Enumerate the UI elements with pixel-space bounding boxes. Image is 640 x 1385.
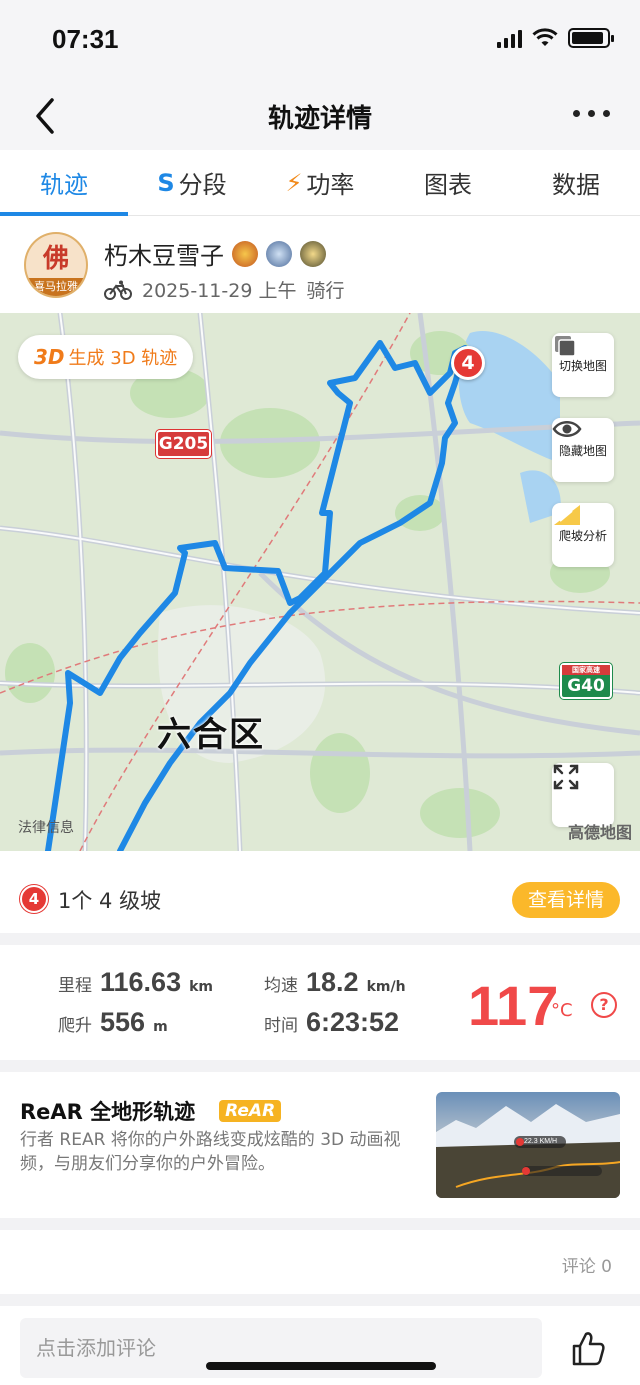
hide-map-label: 隐藏地图: [558, 443, 607, 458]
status-icons: [497, 28, 614, 48]
map-canvas: [0, 313, 640, 851]
view-details-button[interactable]: 查看详情: [512, 882, 620, 918]
rear-title-row: ReAR 全地形轨迹 ReAR: [20, 1096, 282, 1126]
generate-3d-label: 生成 3D 轨迹: [68, 348, 178, 369]
climb-summary: 4 1个 4 级坡 查看详情: [0, 851, 640, 933]
battery-icon: [568, 28, 614, 48]
rear-title: ReAR 全地形轨迹: [20, 1100, 196, 1124]
tab-data[interactable]: 数据: [512, 150, 640, 215]
tab-power[interactable]: ⚡ 功率: [256, 150, 384, 215]
tab-power-label: 功率: [306, 171, 355, 199]
status-time: 07:31: [52, 24, 119, 54]
stat-distance: 里程 116.63 km: [58, 967, 213, 998]
tab-charts-label: 图表: [424, 171, 472, 199]
rear-preview-speed: 22.3 KM/H: [524, 1138, 558, 1145]
stat-distance-label: 里程: [58, 976, 92, 996]
stat-elevation: 爬升 556 m: [58, 1007, 168, 1038]
nav-bar: 轨迹详情: [0, 84, 640, 150]
avatar[interactable]: 佛 喜马拉雅: [24, 232, 88, 298]
stats-panel: 里程 116.63 km 均速 18.2 km/h 爬升 556 m 时间 6:…: [0, 945, 640, 1060]
stat-elevation-unit: m: [153, 1019, 168, 1035]
generate-3d-prefix: 3D: [34, 345, 65, 369]
highway-g40-label: G40: [567, 676, 605, 696]
stat-distance-unit: km: [189, 979, 213, 995]
activity-header: 佛 喜马拉雅 朽木豆雪子 2025-11-29 上午 骑行: [0, 216, 640, 313]
stat-elevation-value: 556: [100, 1007, 146, 1037]
bottom-bar: 点击添加评论: [0, 1306, 640, 1385]
rear-preview-image[interactable]: 22.3 KM/H: [436, 1092, 620, 1198]
legal-info-link[interactable]: 法律信息: [18, 817, 74, 837]
stat-time-value: 6:23:52: [306, 1007, 400, 1037]
highway-sign-g205: G205: [156, 430, 211, 458]
avatar-char: 佛: [42, 244, 69, 274]
climb-marker[interactable]: 4: [451, 346, 485, 380]
wifi-icon: [532, 28, 558, 46]
tab-segments-label: 分段: [178, 171, 227, 199]
rear-tag: ReAR: [219, 1100, 282, 1122]
activity-date: 2025-11-29 上午: [142, 280, 297, 302]
user-name[interactable]: 朽木豆雪子: [104, 236, 224, 271]
expand-icon: [553, 764, 579, 790]
stat-speed-unit: km/h: [366, 979, 406, 995]
stat-time-label: 时间: [264, 1016, 298, 1036]
more-options-icon[interactable]: [573, 110, 610, 117]
medal-icon[interactable]: [232, 240, 258, 267]
stat-speed-value: 18.2: [306, 967, 359, 997]
eye-icon: [552, 421, 582, 437]
medal-icon[interactable]: [266, 240, 292, 267]
tab-data-label: 数据: [552, 171, 600, 199]
rear-description: 行者 REAR 将你的户外路线变成炫酷的 3D 动画视频，与朋友们分享你的户外冒…: [20, 1130, 401, 1174]
switch-map-label: 切换地图: [558, 358, 607, 373]
stat-speed: 均速 18.2 km/h: [264, 967, 406, 998]
climb-analysis-button[interactable]: 爬坡分析: [552, 503, 614, 567]
highway-sign-g40: 国家高速 G40: [560, 663, 612, 699]
medal-icon[interactable]: [300, 240, 326, 267]
tab-track[interactable]: 轨迹: [0, 150, 128, 216]
tab-charts[interactable]: 图表: [384, 150, 512, 215]
thumbs-up-icon[interactable]: [568, 1328, 608, 1368]
tab-bar: 轨迹 S 分段 ⚡ 功率 图表 数据: [0, 150, 640, 216]
user-name-row: 朽木豆雪子: [104, 236, 326, 271]
status-bar: 07:31: [0, 0, 640, 84]
help-icon[interactable]: ?: [591, 992, 617, 1018]
switch-map-button[interactable]: 切换地图: [552, 333, 614, 397]
stat-time: 时间 6:23:52: [264, 1007, 399, 1038]
stat-elevation-label: 爬升: [58, 1016, 92, 1036]
slope-icon: [554, 505, 580, 525]
activity-sport: 骑行: [306, 280, 345, 302]
segments-icon: S: [157, 168, 175, 197]
hide-map-button[interactable]: 隐藏地图: [552, 418, 614, 482]
map-provider-logo: 高德地图: [567, 823, 632, 842]
stat-speed-label: 均速: [264, 976, 298, 996]
home-indicator: [206, 1362, 436, 1370]
layers-icon: [555, 336, 576, 357]
temperature-value: 117: [468, 974, 559, 1037]
avatar-caption: 喜马拉雅: [26, 278, 86, 296]
comment-count[interactable]: 评论 0: [562, 1252, 612, 1277]
page-title: 轨迹详情: [267, 104, 372, 134]
district-label: 六合区: [157, 715, 265, 755]
rear-promo[interactable]: ReAR 全地形轨迹 ReAR 行者 REAR 将你的户外路线变成炫酷的 3D …: [0, 1072, 640, 1218]
climb-analysis-label: 爬坡分析: [558, 528, 607, 543]
tab-track-label: 轨迹: [40, 171, 88, 199]
fullscreen-button[interactable]: [552, 763, 614, 827]
bicycle-icon: [104, 280, 132, 300]
highway-g205-label: G205: [158, 434, 209, 454]
stat-distance-value: 116.63: [100, 967, 182, 997]
highway-g40-top: 国家高速: [562, 665, 610, 675]
signal-icon: [497, 28, 522, 48]
lightning-icon: ⚡: [285, 168, 303, 197]
tab-segments[interactable]: S 分段: [128, 150, 256, 215]
route-map[interactable]: 3D 生成 3D 轨迹 4 G205 国家高速 G40 六合区 切换地图 隐藏地…: [0, 313, 640, 851]
climb-category-badge: 4: [20, 885, 48, 913]
temperature-unit: °C: [551, 1000, 573, 1021]
comments-section: 评论 0: [0, 1230, 640, 1294]
generate-3d-track-button[interactable]: 3D 生成 3D 轨迹: [18, 335, 194, 379]
activity-meta: 2025-11-29 上午 骑行: [104, 276, 344, 303]
climb-summary-text: 1个 4 级坡: [58, 889, 162, 913]
